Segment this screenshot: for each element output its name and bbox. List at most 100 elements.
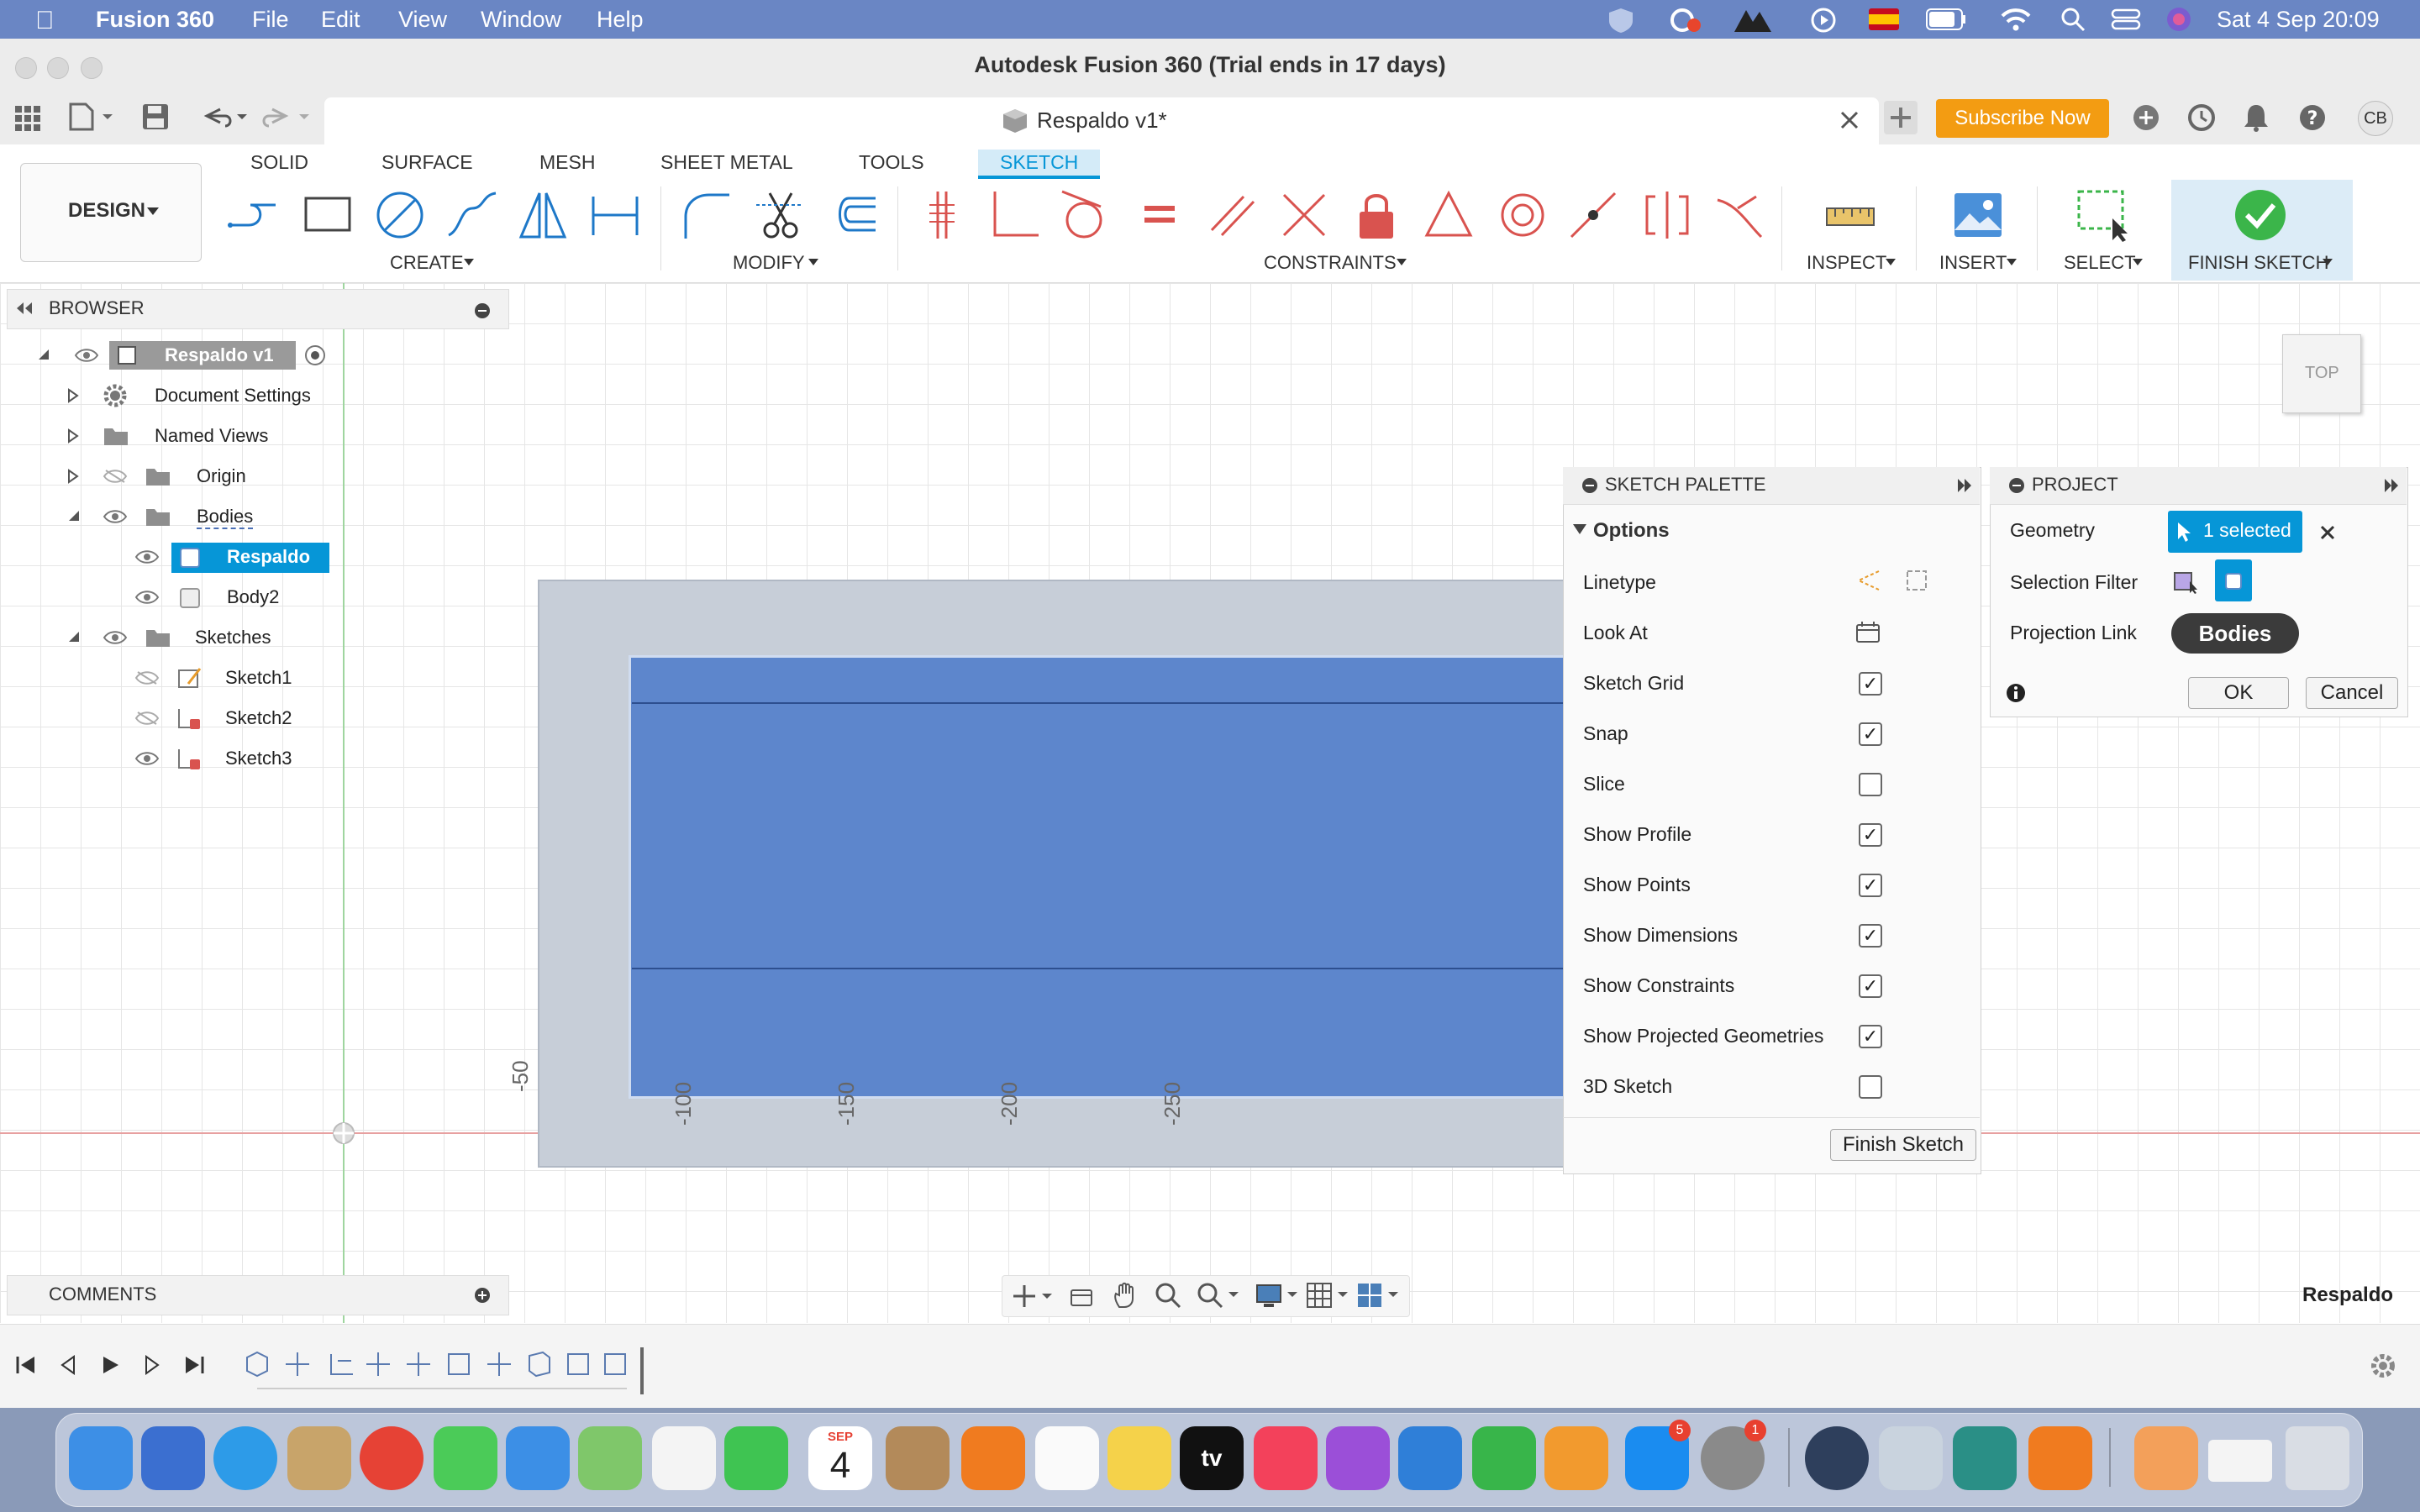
trim-tool-icon[interactable] [753, 188, 807, 242]
display-settings-icon[interactable] [1255, 1282, 1297, 1309]
job-status-icon[interactable] [2186, 102, 2217, 133]
apple-tv-icon[interactable]: tv [1180, 1426, 1244, 1490]
centerline-linetype-icon[interactable] [1904, 568, 1929, 593]
tab-tools[interactable]: TOOLS [859, 151, 924, 174]
notes-icon[interactable] [1107, 1426, 1171, 1490]
modify-group-label[interactable]: MODIFY [733, 252, 805, 274]
launchpad-icon[interactable] [141, 1426, 205, 1490]
safari-icon[interactable] [213, 1426, 277, 1490]
tab-sketch[interactable]: SKETCH [978, 150, 1101, 179]
save-icon[interactable] [141, 102, 170, 131]
concentric-constraint-icon[interactable] [1496, 188, 1549, 242]
zoom-icon[interactable] [1155, 1282, 1181, 1309]
timeline-settings-gear-icon[interactable] [2370, 1352, 2396, 1379]
tab-mesh[interactable]: MESH [539, 151, 595, 174]
control-center-icon[interactable] [2111, 8, 2141, 30]
expand-panel-icon[interactable] [1956, 479, 1973, 492]
3d-sketch-checkbox[interactable] [1859, 1075, 1882, 1099]
timeline-marker[interactable] [640, 1347, 644, 1394]
eye-icon[interactable] [103, 630, 128, 645]
coincident-constraint-icon[interactable] [918, 188, 971, 242]
shield-icon[interactable] [1607, 7, 1635, 34]
offset-tool-icon[interactable] [825, 188, 879, 242]
pan-hand-icon[interactable] [1113, 1282, 1138, 1309]
extensions-icon[interactable] [2131, 102, 2161, 133]
minimize-panel-icon[interactable] [1581, 477, 1598, 494]
undo-icon[interactable] [200, 104, 250, 129]
expand-arrow-icon[interactable] [67, 388, 79, 403]
tab-solid[interactable]: SOLID [250, 151, 308, 174]
clear-selection-icon[interactable] [2319, 524, 2336, 541]
maps-icon[interactable] [578, 1426, 642, 1490]
finish-sketch-checkmark-icon[interactable] [2233, 188, 2287, 242]
sketch-line[interactable] [632, 968, 1566, 969]
sketch-dimension-icon[interactable] [588, 188, 642, 242]
numbers-icon[interactable] [1472, 1426, 1536, 1490]
midpoint-constraint-icon[interactable] [1566, 188, 1620, 242]
tree-item-origin[interactable]: Origin [197, 465, 246, 487]
menu-edit[interactable]: Edit [321, 7, 360, 33]
info-icon[interactable] [2005, 682, 2027, 704]
finish-sketch-group-label[interactable]: FINISH SKETCH [2188, 252, 2328, 274]
slice-checkbox[interactable] [1859, 773, 1882, 796]
user-avatar[interactable]: CB [2358, 101, 2393, 136]
apps-grid-icon[interactable] [15, 106, 40, 131]
search-icon[interactable] [2060, 7, 2086, 32]
fillet-tool-icon[interactable] [677, 188, 731, 242]
collinear-constraint-icon[interactable] [1277, 188, 1331, 242]
respaldo-body[interactable] [629, 655, 1571, 1099]
pages-icon[interactable] [1544, 1426, 1608, 1490]
spline-tool-icon[interactable] [445, 188, 499, 242]
collapse-arrow-icon[interactable] [67, 630, 81, 643]
step-forward-icon[interactable] [141, 1354, 163, 1376]
screenshot-thumbnail[interactable] [2208, 1440, 2272, 1482]
trash-icon[interactable] [2286, 1426, 2349, 1490]
go-to-start-icon[interactable] [15, 1354, 37, 1376]
snap-checkbox[interactable]: ✓ [1859, 722, 1882, 746]
mail-icon[interactable] [506, 1426, 570, 1490]
file-menu-icon[interactable] [69, 102, 116, 131]
create-group-label[interactable]: CREATE [390, 252, 464, 274]
tab-surface[interactable]: SURFACE [381, 151, 473, 174]
eye-hidden-icon[interactable] [134, 711, 160, 726]
menu-view[interactable]: View [398, 7, 447, 33]
collapse-arrow-icon[interactable] [37, 348, 50, 361]
keynote-icon[interactable] [1398, 1426, 1462, 1490]
insert-image-icon[interactable] [1951, 188, 2005, 242]
reminders-icon[interactable] [1035, 1426, 1099, 1490]
symmetric-constraint-icon[interactable] [1640, 188, 1694, 242]
options-section-title[interactable]: Options [1593, 519, 1670, 543]
curvature-constraint-icon[interactable] [1712, 188, 1766, 242]
close-tab-icon[interactable] [1840, 111, 1859, 129]
step-back-icon[interactable] [57, 1354, 79, 1376]
podcasts-icon[interactable] [1326, 1426, 1390, 1490]
spain-flag-icon[interactable] [1869, 8, 1899, 30]
eye-icon[interactable] [134, 549, 160, 564]
fix-constraint-lock-icon[interactable] [1349, 188, 1403, 242]
tree-item-document-settings[interactable]: Document Settings [155, 385, 311, 407]
rectangle-tool-icon[interactable] [301, 188, 355, 242]
inspect-group-label[interactable]: INSPECT [1807, 252, 1886, 274]
quicktime-icon[interactable] [1805, 1426, 1869, 1490]
tree-item-root[interactable]: Respaldo v1 [165, 344, 274, 366]
sketch-line[interactable] [632, 702, 1566, 704]
chrome-icon[interactable] [360, 1426, 424, 1490]
grid-settings-icon[interactable] [1306, 1282, 1348, 1309]
perpendicular-constraint-icon[interactable] [988, 188, 1042, 242]
app-name-menu[interactable]: Fusion 360 [96, 7, 214, 33]
music-icon[interactable] [1254, 1426, 1318, 1490]
look-at-icon[interactable] [1855, 620, 1881, 643]
menu-help[interactable]: Help [597, 7, 644, 33]
eye-icon[interactable] [103, 509, 128, 524]
equal-constraint-icon[interactable] [1133, 188, 1186, 242]
look-at-icon[interactable] [1069, 1284, 1094, 1309]
eye-hidden-icon[interactable] [134, 670, 160, 685]
mountain-icon[interactable] [1733, 5, 1773, 34]
siri-icon[interactable] [2165, 5, 2193, 34]
radio-active-icon[interactable] [304, 344, 326, 366]
finder-icon[interactable] [69, 1426, 133, 1490]
circle-tool-icon[interactable] [373, 188, 427, 242]
eye-icon[interactable] [74, 348, 99, 363]
contacts-icon[interactable] [886, 1426, 950, 1490]
help-icon[interactable]: ? [2297, 102, 2328, 133]
